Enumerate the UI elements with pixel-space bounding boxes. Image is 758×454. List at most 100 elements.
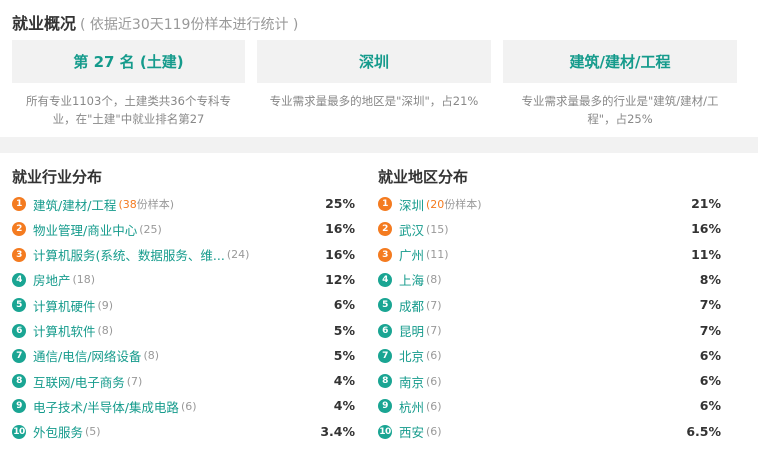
percent-value: 21% <box>691 196 721 211</box>
industry-name[interactable]: 建筑/建材/工程 <box>33 195 116 214</box>
region-row[interactable]: 1 深圳 (20 份样本) <box>378 193 482 215</box>
percent-value: 16% <box>325 221 355 237</box>
region-name[interactable]: 成都 <box>399 296 424 315</box>
top-industry-desc-line1: 专业需求量最多的行业是"建筑/建材/工 <box>521 94 719 108</box>
sample-count: (8) <box>426 273 442 287</box>
rank-desc: 所有专业1103个，土建类共36个专科专 业，在"土建"中就业排名第27 <box>12 92 245 128</box>
region-name[interactable]: 北京 <box>399 346 424 365</box>
percent-value: 6% <box>333 297 355 313</box>
industry-row[interactable]: 3 计算机服务(系统、数据服务、维... (24) <box>12 244 249 266</box>
region-name[interactable]: 武汉 <box>399 220 424 239</box>
industry-row[interactable]: 9 电子技术/半导体/集成电路 (6) <box>12 395 197 417</box>
sample-count: (24) <box>226 248 250 262</box>
rank-badge: 3 <box>378 247 392 262</box>
region-name[interactable]: 昆明 <box>399 321 424 340</box>
rank-card[interactable]: 第 27 名 (土建) <box>12 40 245 83</box>
industry-row[interactable]: 1 建筑/建材/工程 (38 份样本) <box>12 193 174 215</box>
sample-count: (6) <box>426 425 442 439</box>
industry-name[interactable]: 物业管理/商业中心 <box>33 220 137 239</box>
rank-badge: 6 <box>378 323 392 338</box>
sample-count: (20 <box>426 197 445 211</box>
overview-title-text: 就业概况 <box>12 14 77 33</box>
top-industry-desc-line2: 程"，占25% <box>587 112 653 126</box>
industry-name[interactable]: 外包服务 <box>33 422 83 441</box>
percent-value: 5% <box>333 322 355 338</box>
overview-title: 就业概况( 依据近30天119份样本进行统计 ) <box>12 10 298 34</box>
region-row[interactable]: 2 武汉 (15) <box>378 218 449 240</box>
percent-value: 16% <box>691 221 721 237</box>
rank-badge: 9 <box>12 399 26 414</box>
sample-unit: 份样本) <box>136 198 175 211</box>
industry-row[interactable]: 7 通信/电信/网络设备 (8) <box>12 345 159 367</box>
industry-name[interactable]: 电子技术/半导体/集成电路 <box>33 397 179 416</box>
rank-badge: 7 <box>378 348 392 363</box>
region-row[interactable]: 6 昆明 (7) <box>378 320 442 342</box>
percent-value: 4% <box>333 398 355 414</box>
industry-row[interactable]: 6 计算机软件 (8) <box>12 320 113 342</box>
percent-value: 7% <box>699 322 721 338</box>
region-name[interactable]: 深圳 <box>399 195 424 214</box>
percent-value: 25% <box>325 196 355 211</box>
industry-name[interactable]: 互联网/电子商务 <box>33 372 125 391</box>
percent-value: 16% <box>325 246 355 262</box>
industry-row[interactable]: 4 房地产 (18) <box>12 269 95 291</box>
percent-value: 6.5% <box>686 423 721 439</box>
region-name[interactable]: 杭州 <box>399 397 424 416</box>
rank-desc-line2: 业，在"土建"中就业排名第27 <box>52 112 205 126</box>
region-row[interactable]: 7 北京 (6) <box>378 345 442 367</box>
top-region-card[interactable]: 深圳 <box>257 40 491 83</box>
percent-value: 11% <box>691 246 721 262</box>
sample-count: (6) <box>426 374 442 388</box>
industry-row[interactable]: 2 物业管理/商业中心 (25) <box>12 218 162 240</box>
overview-subtitle: ( 依据近30天119份样本进行统计 ) <box>80 17 299 33</box>
rank-badge: 2 <box>378 222 392 237</box>
rank-desc-line1: 所有专业1103个，土建类共36个专科专 <box>26 94 231 108</box>
region-row[interactable]: 4 上海 (8) <box>378 269 442 291</box>
rank-badge: 7 <box>12 348 26 363</box>
industry-row[interactable]: 8 互联网/电子商务 (7) <box>12 370 142 392</box>
top-region-desc: 专业需求量最多的地区是"深圳"，占21% <box>257 92 491 110</box>
region-row[interactable]: 5 成都 (7) <box>378 294 442 316</box>
sample-count: (8) <box>143 349 160 363</box>
percent-value: 6% <box>699 398 721 414</box>
percent-value: 7% <box>699 297 721 313</box>
region-title: 就业地区分布 <box>378 168 469 186</box>
industry-name[interactable]: 通信/电信/网络设备 <box>33 346 141 365</box>
rank-badge: 4 <box>378 272 392 287</box>
region-name[interactable]: 西安 <box>399 422 424 441</box>
industry-row[interactable]: 10 外包服务 (5) <box>12 421 101 443</box>
sample-count: (38 <box>118 197 137 211</box>
sample-unit: 份样本) <box>444 198 482 211</box>
industry-row[interactable]: 5 计算机硬件 (9) <box>12 294 113 316</box>
industry-name[interactable]: 计算机软件 <box>33 321 96 340</box>
sample-count: (7) <box>426 324 442 337</box>
sample-count: (18) <box>72 273 96 287</box>
sample-count: (6) <box>180 399 197 413</box>
industry-name[interactable]: 计算机服务(系统、数据服务、维... <box>33 245 225 264</box>
industry-name[interactable]: 计算机硬件 <box>33 296 96 315</box>
region-name[interactable]: 南京 <box>399 372 424 391</box>
percent-value: 8% <box>699 271 721 287</box>
percent-value: 5% <box>333 347 355 363</box>
rank-badge: 4 <box>12 272 26 287</box>
region-name[interactable]: 广州 <box>399 245 424 264</box>
sample-count: (15) <box>426 222 449 236</box>
rank-badge: 2 <box>12 222 26 237</box>
region-row[interactable]: 3 广州 (11) <box>378 244 449 266</box>
top-industry-card[interactable]: 建筑/建材/工程 <box>503 40 737 83</box>
percent-value: 6% <box>699 347 721 363</box>
top-industry-desc: 专业需求量最多的行业是"建筑/建材/工 程"，占25% <box>503 92 737 128</box>
sample-count: (25) <box>139 222 162 236</box>
rank-badge: 10 <box>12 424 26 439</box>
region-name[interactable]: 上海 <box>399 270 424 289</box>
rank-badge: 1 <box>12 197 26 211</box>
percent-value: 4% <box>333 373 355 389</box>
sample-count: (7) <box>126 374 143 388</box>
rank-badge: 10 <box>378 424 392 439</box>
region-row[interactable]: 10 西安 (6) <box>378 421 442 443</box>
rank-badge: 5 <box>378 298 392 313</box>
region-row[interactable]: 8 南京 (6) <box>378 370 442 392</box>
percent-value: 6% <box>699 373 721 389</box>
region-row[interactable]: 9 杭州 (6) <box>378 395 442 417</box>
industry-name[interactable]: 房地产 <box>33 270 71 289</box>
